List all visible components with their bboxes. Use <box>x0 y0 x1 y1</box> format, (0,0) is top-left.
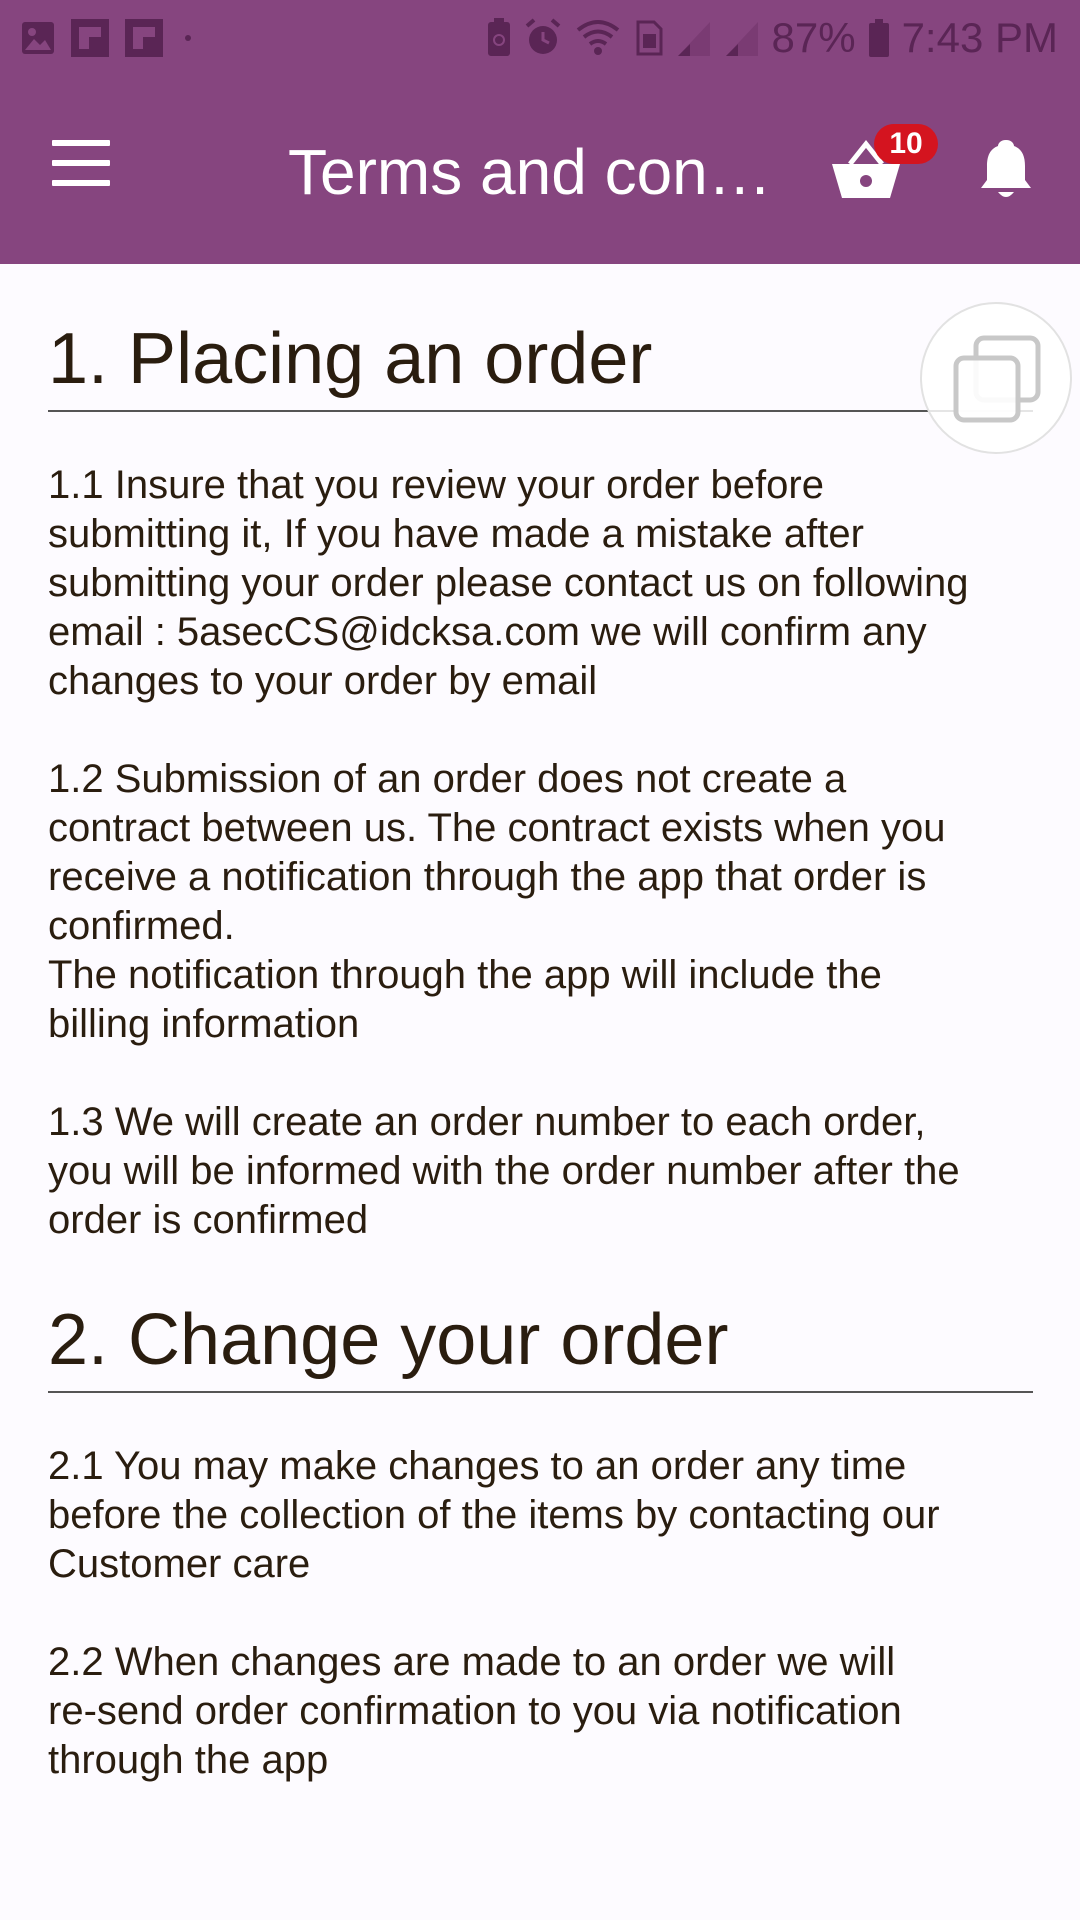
sim-icon <box>636 20 663 56</box>
copy-button[interactable] <box>920 302 1072 454</box>
alarm-icon <box>525 18 560 54</box>
gallery-icon <box>22 22 54 54</box>
notifications-button[interactable] <box>978 136 1038 216</box>
section-1: 1. Placing an order 1.1 Insure that you … <box>48 264 1033 1245</box>
wifi-icon <box>576 20 619 55</box>
bell-icon <box>981 140 1031 197</box>
clock: 7:43 PM <box>901 14 1058 61</box>
hamburger-icon-line <box>52 160 110 166</box>
hamburger-icon-line <box>52 180 110 186</box>
page-title: Terms and con… <box>288 136 768 208</box>
flipboard-icon <box>71 19 109 57</box>
copy-icon <box>953 335 1041 423</box>
toolbar: Terms and con… 10 <box>0 90 1080 250</box>
hamburger-icon-line <box>52 140 110 146</box>
section-heading: 2. Change your order <box>48 1245 1033 1393</box>
battery-saver-icon <box>487 18 510 56</box>
signal-icon <box>725 22 758 56</box>
dot-icon <box>185 35 191 41</box>
section-heading: 1. Placing an order <box>48 264 1033 412</box>
menu-button[interactable] <box>44 140 116 200</box>
paragraph: 1.3 We will create an order number to ea… <box>48 1100 960 1242</box>
signal-icon <box>677 22 710 56</box>
cart-count-badge: 10 <box>874 124 938 164</box>
battery-icon <box>868 19 889 57</box>
status-bar: 87% 7:43 PM <box>0 0 1080 76</box>
battery-percent: 87% <box>771 14 856 61</box>
paragraph: 2.1 You may make changes to an order any… <box>48 1444 940 1586</box>
section-2: 2. Change your order 2.1 You may make ch… <box>48 1245 1033 1785</box>
paragraph: 2.2 When changes are made to an order we… <box>48 1640 902 1782</box>
app-header: 87% 7:43 PM Terms and con… 10 <box>0 0 1080 264</box>
paragraph: 1.2 Submission of an order does not crea… <box>48 757 946 1046</box>
paragraph: 1.1 Insure that you review your order be… <box>48 463 969 703</box>
terms-content: 1. Placing an order 1.1 Insure that you … <box>48 264 1033 1785</box>
flipboard-icon <box>125 19 163 57</box>
